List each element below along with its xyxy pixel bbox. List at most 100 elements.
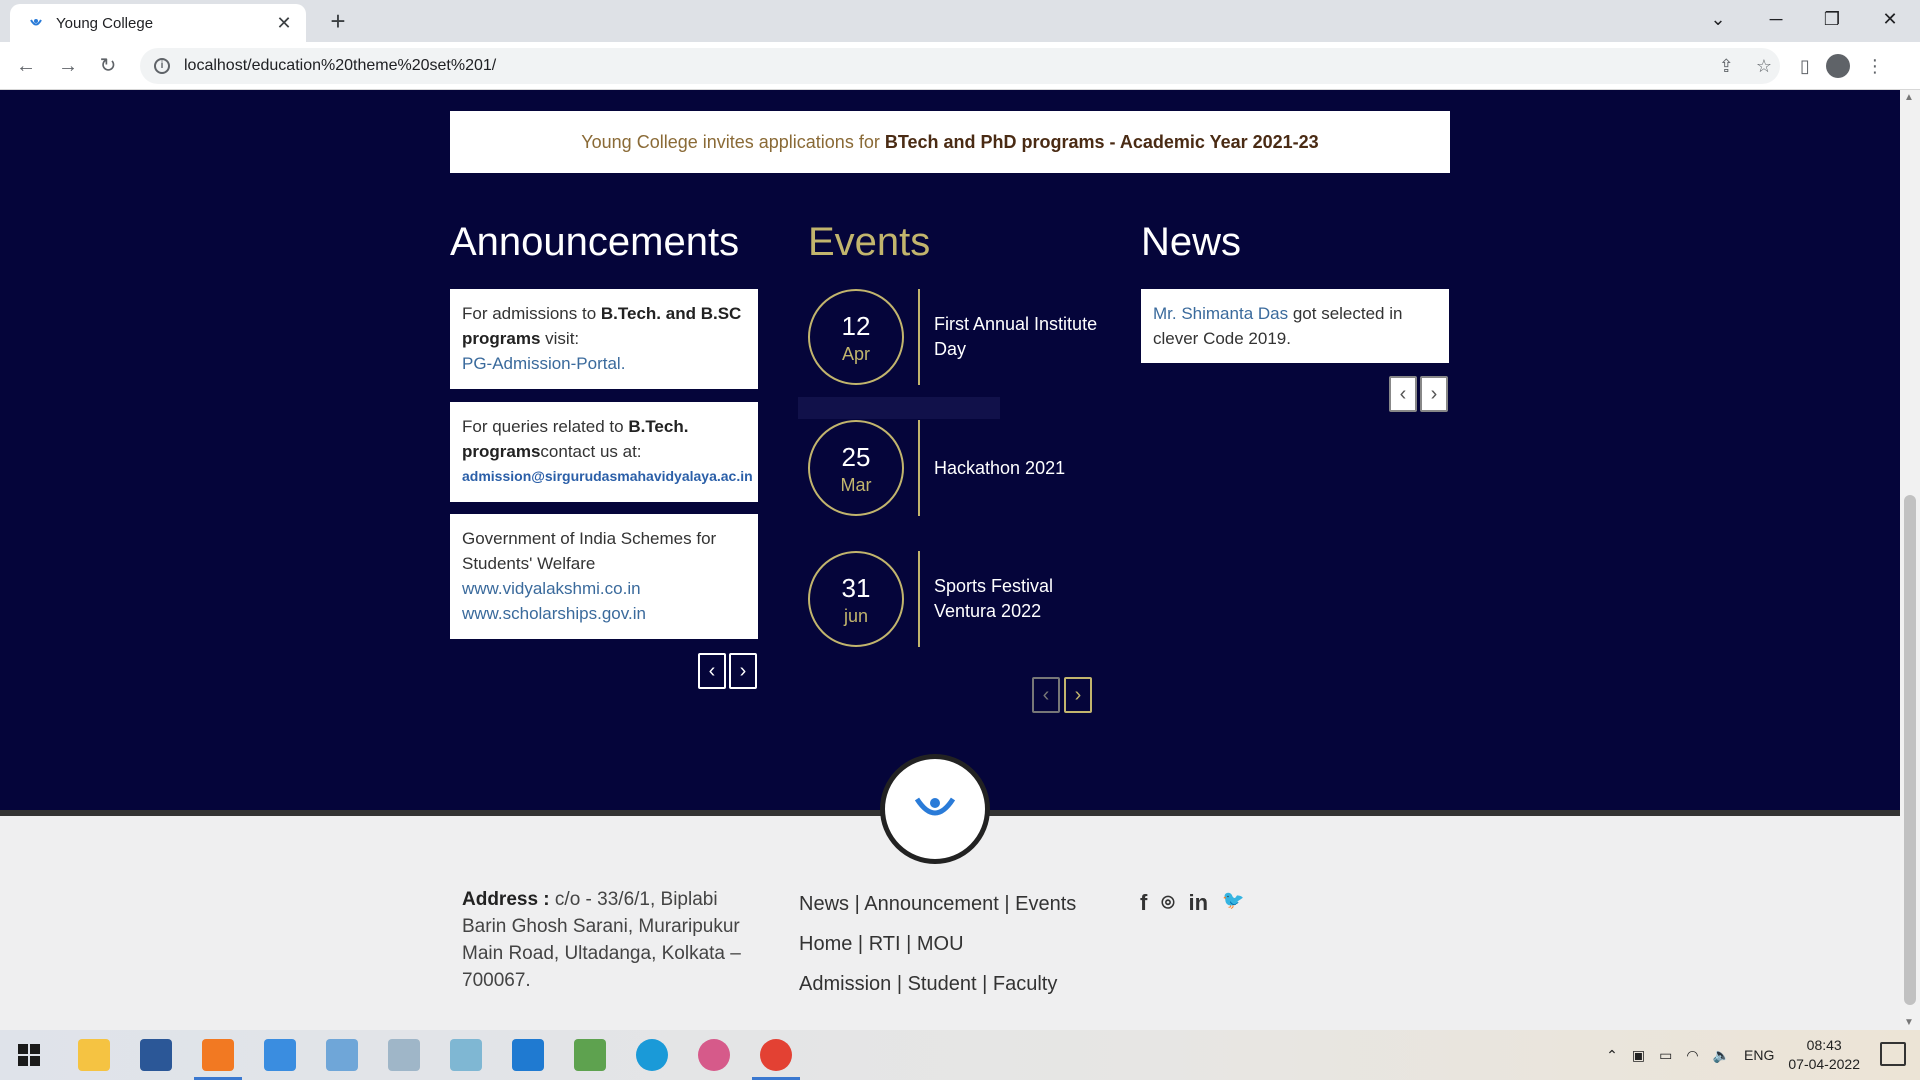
browser-toolbar: ← → ↻ i localhost/education%20theme%20se… <box>0 42 1920 90</box>
footer-links-row: Home | RTI | MOU <box>799 924 1076 964</box>
event-month: Apr <box>841 344 870 364</box>
vscode-icon[interactable] <box>512 1039 544 1071</box>
news-next-button[interactable]: › <box>1420 376 1448 412</box>
share-icon[interactable]: ⇪ <box>1719 56 1734 77</box>
reload-icon[interactable]: ↻ <box>92 50 124 82</box>
announcement-text: For queries related to <box>462 417 629 436</box>
announcements-prev-button[interactable]: ‹ <box>698 653 726 689</box>
notifications-icon[interactable] <box>1880 1042 1906 1066</box>
news-card: Mr. Shimanta Das got selected in clever … <box>1141 289 1449 363</box>
footer-link-events[interactable]: Events <box>1015 893 1076 915</box>
scholarships-link[interactable]: www.scholarships.gov.in <box>462 601 746 626</box>
footer-link-faculty[interactable]: Faculty <box>993 973 1057 995</box>
event-item[interactable]: 31 jun Sports Festival Ventura 2022 <box>808 551 1108 647</box>
side-panel-icon[interactable]: ▯ <box>1800 56 1810 77</box>
vidyalakshmi-link[interactable]: www.vidyalakshmi.co.in <box>462 576 746 601</box>
page-scrollbar[interactable]: ▲ ▼ <box>1900 90 1920 1030</box>
event-separator <box>798 397 1000 419</box>
footer-link-home[interactable]: Home <box>799 933 852 955</box>
paint-icon[interactable] <box>574 1039 606 1071</box>
announcement-card-admissions: For admissions to B.Tech. and B.SC progr… <box>450 289 758 389</box>
event-day: 31 <box>841 573 871 603</box>
events-next-button[interactable]: › <box>1064 677 1092 713</box>
scroll-down-icon[interactable]: ▼ <box>1904 1017 1914 1028</box>
event-item[interactable]: 25 Mar Hackathon 2021 <box>808 420 1108 516</box>
bookmark-star-icon[interactable]: ☆ <box>1756 56 1772 77</box>
language-indicator[interactable]: ENG <box>1744 1047 1774 1063</box>
tray-chevron-icon[interactable]: ⌃ <box>1606 1047 1618 1064</box>
address-label: Address : <box>462 889 550 910</box>
footer-link-mou[interactable]: MOU <box>917 933 964 955</box>
word-icon[interactable] <box>140 1039 172 1071</box>
news-title: News <box>1141 220 1242 264</box>
footer-link-admission[interactable]: Admission <box>799 973 891 995</box>
announcements-next-button[interactable]: › <box>729 653 757 689</box>
menu-icon[interactable]: ⋮ <box>1866 56 1884 77</box>
meet-icon[interactable]: ▣ <box>1632 1047 1645 1064</box>
scroll-up-icon[interactable]: ▲ <box>1904 92 1914 103</box>
clock-time: 08:43 <box>1806 1037 1842 1053</box>
clock[interactable]: 08:43 07-04-2022 <box>1788 1036 1860 1074</box>
college-logo[interactable] <box>880 754 990 864</box>
footer-link-news[interactable]: News <box>799 893 849 915</box>
battery-icon[interactable]: ▭ <box>1659 1047 1672 1064</box>
forward-icon[interactable]: → <box>52 50 84 82</box>
event-day: 12 <box>841 311 871 341</box>
event-month: jun <box>843 606 869 626</box>
event-date-circle: 31 jun <box>808 551 904 647</box>
scroll-thumb[interactable] <box>1904 495 1916 1005</box>
footer-links-row: Admission | Student | Faculty <box>799 964 1076 1004</box>
link-separator: | <box>906 933 912 955</box>
tab-title: Young College <box>56 14 154 32</box>
browser-tab[interactable]: Young College ✕ <box>10 4 306 42</box>
notes-icon[interactable] <box>450 1039 482 1071</box>
footer-link-rti[interactable]: RTI <box>869 933 901 955</box>
snipping-tool-icon[interactable] <box>698 1039 730 1071</box>
footer-link-student[interactable]: Student <box>908 973 977 995</box>
news-person-link[interactable]: Mr. Shimanta Das <box>1153 304 1288 323</box>
chrome-icon[interactable] <box>760 1039 792 1071</box>
social-links: f ⌾ in 🐦 <box>1140 890 1245 916</box>
new-tab-button[interactable]: + <box>322 6 354 38</box>
close-window-button[interactable]: ✕ <box>1862 0 1918 40</box>
app-icon[interactable] <box>326 1039 358 1071</box>
tab-close-icon[interactable]: ✕ <box>274 13 294 34</box>
event-date-circle: 12 Apr <box>808 289 904 385</box>
events-prev-button[interactable]: ‹ <box>1032 677 1060 713</box>
banner-prefix: Young College invites applications for <box>581 132 885 152</box>
edge-icon[interactable] <box>636 1039 668 1071</box>
linkedin-icon[interactable]: in <box>1189 890 1209 916</box>
volume-icon[interactable]: 🔈 <box>1713 1047 1730 1064</box>
footer-links-row: News | Announcement | Events <box>799 884 1076 924</box>
news-prev-button[interactable]: ‹ <box>1389 376 1417 412</box>
banner-bold: BTech and PhD programs - Academic Year 2… <box>884 132 1319 152</box>
twitter-icon[interactable]: 🐦 <box>1222 890 1244 916</box>
link-separator: | <box>854 893 860 915</box>
file-explorer-icon[interactable] <box>78 1039 110 1071</box>
windows-start-icon[interactable] <box>18 1044 40 1066</box>
footer-link-announcement[interactable]: Announcement <box>864 893 999 915</box>
github-icon[interactable]: ⌾ <box>1161 890 1174 916</box>
pg-admission-link[interactable]: PG-Admission-Portal. <box>462 351 746 376</box>
event-item[interactable]: 12 Apr First Annual Institute Day <box>808 289 1108 385</box>
todo-icon[interactable] <box>264 1039 296 1071</box>
wifi-icon[interactable]: ◠ <box>1686 1047 1698 1064</box>
event-date-circle: 25 Mar <box>808 420 904 516</box>
announcement-text: For admissions to <box>462 304 601 323</box>
tab-search-button[interactable]: ⌄ <box>1690 0 1746 40</box>
favicon-icon <box>30 19 42 26</box>
back-icon[interactable]: ← <box>10 50 42 82</box>
photos-icon[interactable] <box>388 1039 420 1071</box>
announcement-text: contact us at: <box>540 442 642 461</box>
site-info-icon[interactable]: i <box>154 58 170 74</box>
profile-avatar-icon[interactable] <box>1825 54 1850 78</box>
page-viewport: Young College invites applications for B… <box>0 90 1900 1030</box>
clock-date: 07-04-2022 <box>1788 1056 1860 1072</box>
minimize-button[interactable]: ─ <box>1748 0 1804 40</box>
facebook-icon[interactable]: f <box>1140 890 1147 916</box>
address-bar[interactable]: i localhost/education%20theme%20set%201/… <box>140 48 1780 84</box>
xampp-icon[interactable] <box>202 1039 234 1071</box>
admission-email-link[interactable]: admission@sirgurudasmahavidyalaya.ac.in <box>462 464 753 489</box>
maximize-button[interactable]: ❐ <box>1804 0 1860 40</box>
announcement-text: visit: <box>540 329 580 348</box>
